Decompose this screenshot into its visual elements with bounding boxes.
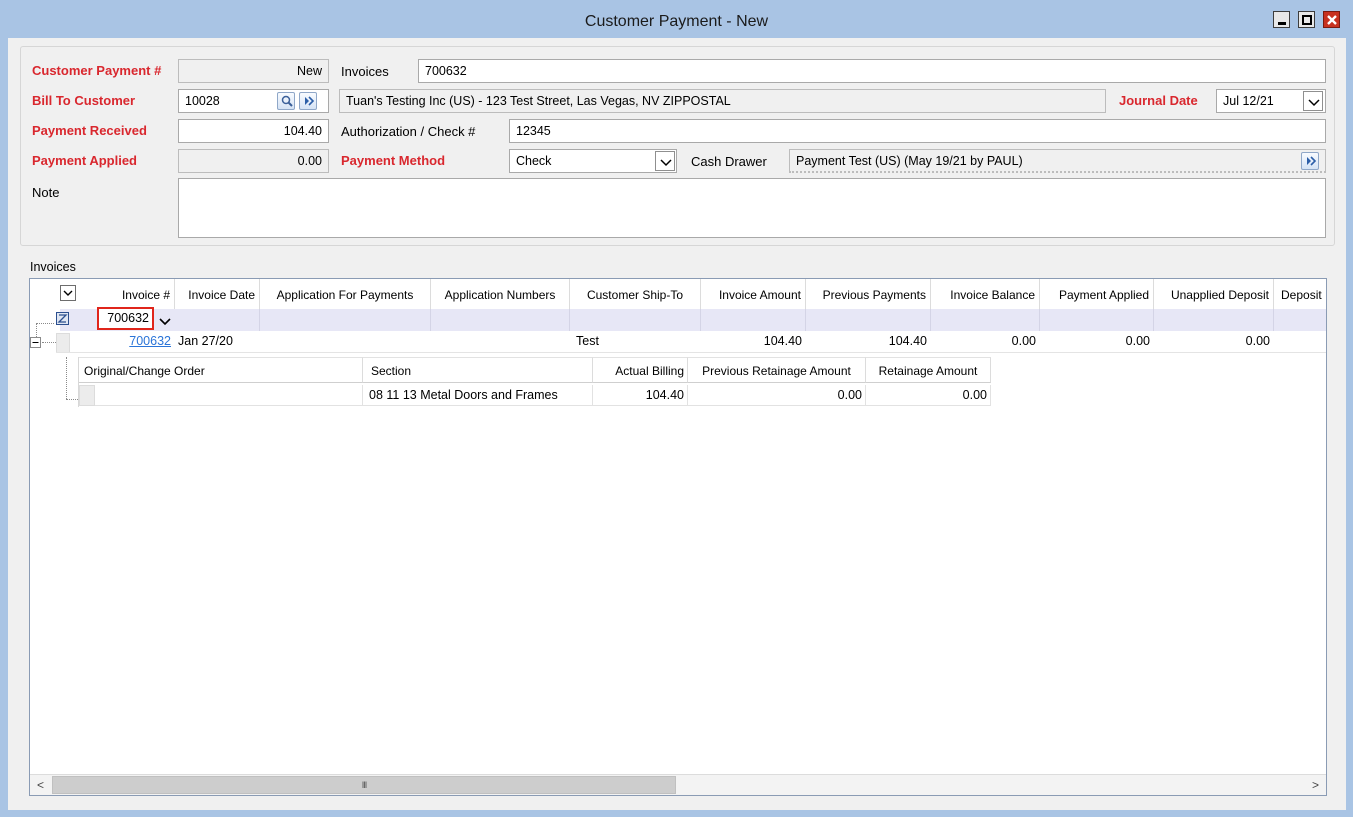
customer-payment-label: Customer Payment #	[32, 63, 162, 78]
payment-applied-label: Payment Applied	[32, 153, 137, 168]
window-title: Customer Payment - New	[584, 13, 769, 30]
invoice-date-cell: Jan 27/20	[178, 334, 233, 348]
authorization-input[interactable]: 12345	[509, 119, 1326, 143]
col-invoice-amount[interactable]: Invoice Amount	[701, 279, 806, 311]
authorization-label: Authorization / Check #	[341, 124, 476, 139]
application-for-payments-cell	[263, 331, 431, 351]
subcol-previous-retainage[interactable]: Previous Retainage Amount	[688, 357, 866, 383]
invoices-group-label: Invoices	[30, 260, 76, 274]
horizontal-scrollbar[interactable]: < III >	[30, 774, 1326, 795]
filter-cell	[1040, 309, 1154, 331]
cash-drawer-field[interactable]: Payment Test (US) (May 19/21 by PAUL)	[789, 149, 1326, 173]
sub-row-selector[interactable]	[79, 385, 95, 406]
payment-method-select[interactable]: Check	[509, 149, 677, 173]
expand-collapse-button[interactable]	[30, 337, 41, 348]
filter-cell	[260, 309, 431, 331]
payment-received-input[interactable]: 104.40	[178, 119, 329, 143]
lookup-icon	[305, 96, 315, 106]
invoice-amount-cell: 104.40	[763, 334, 802, 348]
previous-payments-cell: 104.40	[888, 334, 927, 348]
filter-cell	[431, 309, 570, 331]
note-textarea[interactable]	[178, 178, 1326, 238]
filter-icon	[57, 314, 68, 323]
filter-cell	[931, 309, 1040, 331]
change-order-cell	[95, 385, 363, 406]
col-application-for-payments[interactable]: Application For Payments	[260, 279, 431, 311]
actual-billing-cell: 104.40	[593, 385, 688, 406]
tree-line	[66, 357, 67, 399]
close-button[interactable]	[1323, 11, 1340, 28]
scroll-thumb[interactable]: III	[52, 776, 676, 794]
maximize-icon	[1302, 15, 1312, 25]
ship-to-cell: Test	[576, 334, 599, 348]
customer-lookup-button[interactable]	[299, 92, 317, 110]
subcol-actual-billing[interactable]: Actual Billing	[593, 357, 688, 383]
col-deposit[interactable]: Deposit	[1274, 279, 1326, 311]
invoice-link-text[interactable]: 700632	[129, 334, 171, 348]
col-payment-applied[interactable]: Payment Applied	[1040, 279, 1154, 311]
subcol-section[interactable]: Section	[363, 357, 593, 383]
customer-description: Tuan's Testing Inc (US) - 123 Test Stree…	[339, 89, 1106, 113]
filter-clear-button[interactable]	[56, 312, 69, 325]
payment-method-label: Payment Method	[341, 153, 446, 168]
journal-date-label: Journal Date	[1119, 93, 1198, 108]
chevron-down-icon	[1308, 99, 1320, 107]
journal-date-dropdown[interactable]	[1303, 91, 1323, 111]
col-invoice-date[interactable]: Invoice Date	[175, 279, 260, 311]
invoices-grid: Invoice # Invoice Date Application For P…	[29, 278, 1327, 796]
filter-cell	[175, 309, 260, 331]
payment-applied-cell[interactable]: 0.00	[1040, 331, 1154, 351]
search-icon	[281, 95, 293, 107]
collapse-icon	[32, 342, 39, 343]
chevron-down-icon	[660, 159, 672, 167]
bill-to-customer-label: Bill To Customer	[32, 93, 136, 108]
invoices-label: Invoices	[341, 64, 389, 79]
row-separator	[56, 352, 1326, 353]
filter-cell	[806, 309, 931, 331]
customer-payment-number: New	[178, 59, 329, 83]
subcol-change-order[interactable]: Original/Change Order	[79, 357, 363, 383]
chevron-down-icon	[159, 318, 171, 326]
retainage-cell: 0.00	[866, 385, 991, 406]
customer-search-button[interactable]	[277, 92, 295, 110]
payment-method-dropdown[interactable]	[655, 151, 675, 171]
tree-line	[36, 323, 54, 324]
col-invoice-balance[interactable]: Invoice Balance	[931, 279, 1040, 311]
col-unapplied-deposit[interactable]: Unapplied Deposit	[1154, 279, 1274, 311]
subcol-retainage[interactable]: Retainage Amount	[866, 357, 991, 383]
note-label: Note	[32, 185, 60, 200]
invoice-balance-cell: 0.00	[1011, 334, 1036, 348]
chevron-down-icon	[63, 290, 73, 296]
scroll-left-button[interactable]: <	[30, 775, 51, 795]
payment-received-label: Payment Received	[32, 123, 147, 138]
cash-drawer-label: Cash Drawer	[691, 154, 767, 169]
unapplied-deposit-cell: 0.00	[1245, 334, 1270, 348]
filter-cell	[701, 309, 806, 331]
invoice-number-link[interactable]: 700632	[96, 331, 175, 351]
scroll-right-button[interactable]: >	[1305, 775, 1326, 795]
tree-line	[42, 342, 56, 343]
column-chooser-button[interactable]	[60, 285, 76, 301]
section-cell: 08 11 13 Metal Doors and Frames	[363, 385, 593, 406]
minimize-icon	[1278, 22, 1286, 25]
cash-drawer-lookup-button[interactable]	[1301, 152, 1319, 170]
filter-cell	[1154, 309, 1274, 331]
col-customer-ship-to[interactable]: Customer Ship-To	[570, 279, 701, 311]
close-icon	[1327, 15, 1337, 25]
payment-applied-value: 0.00	[178, 149, 329, 173]
application-numbers-cell	[434, 331, 570, 351]
invoices-input[interactable]: 700632	[418, 59, 1326, 83]
col-previous-payments[interactable]: Previous Payments	[806, 279, 931, 311]
previous-retainage-cell: 0.00	[688, 385, 866, 406]
filter-cell	[570, 309, 701, 331]
row-selector[interactable]	[56, 333, 70, 353]
invoice-filter-input[interactable]: 700632	[97, 307, 154, 330]
col-application-numbers[interactable]: Application Numbers	[431, 279, 570, 311]
minimize-button[interactable]	[1273, 11, 1290, 28]
lookup-icon	[1307, 156, 1317, 166]
maximize-button[interactable]	[1298, 11, 1315, 28]
invoice-filter-dropdown[interactable]	[156, 310, 174, 330]
